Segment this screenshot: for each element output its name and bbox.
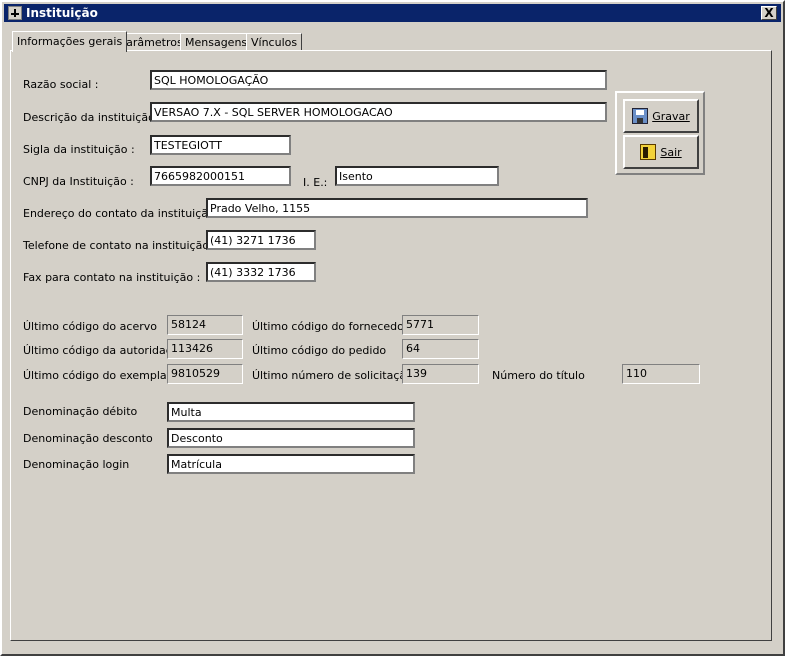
acervo-label: Último código do acervo [23,320,157,333]
exemplar-label: Último código do exemplar [23,369,172,382]
autoridade-label: Último código da autoridade [23,344,180,357]
fornecedor-value: 5771 [402,315,479,335]
titulo-label: Número do título [492,369,585,382]
exemplar-value: 9810529 [167,364,243,384]
sigla-field[interactable] [150,135,291,155]
tab-vinculos[interactable]: Vínculos [246,33,303,51]
denominacao-desconto-label: Denominação desconto [23,432,153,445]
cnpj-label: CNPJ da Instituição : [23,175,134,188]
telefone-field[interactable] [206,230,316,250]
ie-field[interactable] [335,166,499,186]
floppy-disk-icon [632,108,649,124]
window-title: Instituição [26,6,98,20]
cnpj-field[interactable] [150,166,291,186]
denominacao-login-label: Denominação login [23,458,130,471]
endereco-label: Endereço do contato da instituição : [23,207,222,220]
denominacao-debito-field[interactable] [167,402,415,422]
descricao-field[interactable] [150,102,607,122]
denominacao-desconto-field[interactable] [167,428,415,448]
razao-social-field[interactable] [150,70,607,90]
telefone-label: Telefone de contato na instituição : [23,239,217,252]
endereco-field[interactable] [206,198,588,218]
razao-social-label: Razão social : [23,78,99,91]
autoridade-value: 113426 [167,339,243,359]
save-button[interactable]: Gravar [623,99,699,133]
door-exit-icon [640,144,657,160]
ie-label: I. E.: [303,176,328,189]
sigla-label: Sigla da instituição : [23,143,135,156]
titulo-value: 110 [622,364,700,384]
action-button-group: Gravar Sair [615,91,705,175]
denominacao-login-field[interactable] [167,454,415,474]
denominacao-debito-label: Denominação débito [23,405,138,418]
exit-button-label: Sair [660,145,682,159]
fornecedor-label: Último código do fornecedor [252,320,409,333]
fax-field[interactable] [206,262,316,282]
acervo-value: 58124 [167,315,243,335]
tab-informacoes-gerais[interactable]: Informações gerais [12,31,128,52]
tab-mensagens[interactable]: Mensagens [180,33,253,51]
pedido-value: 64 [402,339,479,359]
title-bar: Instituição X [4,4,781,22]
solicitacao-label: Último número de solicitação [252,369,413,382]
fax-label: Fax para contato na instituição : [23,271,201,284]
descricao-label: Descrição da instituição : [23,111,163,124]
pedido-label: Último código do pedido [252,344,387,357]
save-button-label: Gravar [652,109,690,123]
solicitacao-value: 139 [402,364,479,384]
app-icon [8,6,22,20]
exit-button[interactable]: Sair [623,135,699,169]
close-button[interactable]: X [761,6,777,20]
